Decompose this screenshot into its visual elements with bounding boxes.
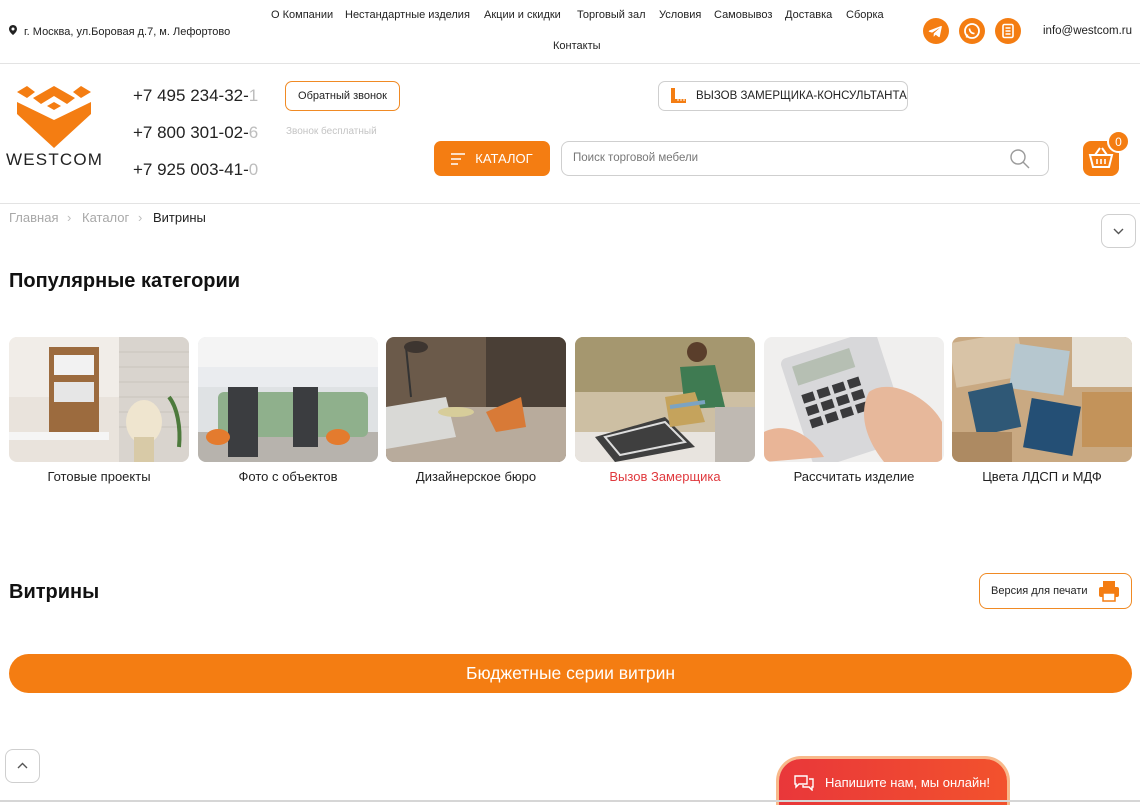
scroll-up-button[interactable]: [5, 749, 40, 783]
category-card[interactable]: Цвета ЛДСП и МДФ: [952, 337, 1132, 484]
phone-3-main: +7 925 003-41-: [133, 160, 249, 179]
logo-text: WESTCOM: [6, 150, 104, 169]
catalog-label: КАТАЛОГ: [475, 151, 533, 166]
nav-pickup[interactable]: Самовывоз: [714, 9, 772, 21]
logo-emblem-icon: [17, 86, 91, 148]
category-image: [386, 337, 566, 462]
category-image: [575, 337, 755, 462]
category-image: [764, 337, 944, 462]
popular-categories-title: Популярные категории: [9, 270, 241, 292]
category-card[interactable]: Готовые проекты: [9, 337, 189, 484]
phone-1-main: +7 495 234-32-: [133, 86, 249, 105]
phone-2-fade: 6: [248, 123, 259, 142]
budget-series-button[interactable]: Бюджетные серии витрин: [9, 654, 1132, 693]
header-divider: [0, 203, 1140, 204]
category-card[interactable]: Фото с объектов: [198, 337, 378, 484]
chat-bubble-icon: [793, 773, 815, 791]
category-card[interactable]: Дизайнерское бюро: [386, 337, 566, 484]
ruler-icon: [669, 87, 687, 105]
chat-label: Напишите нам, мы онлайн!: [825, 774, 991, 790]
category-image: [952, 337, 1132, 462]
breadcrumb-separator-icon: ›: [67, 210, 72, 225]
category-label: Рассчитать изделие: [793, 469, 915, 484]
phone-2-main: +7 800 301-02-: [133, 123, 249, 142]
breadcrumb-separator-icon: ›: [138, 210, 143, 225]
menu-lines-icon: [451, 152, 466, 165]
telegram-icon[interactable]: [923, 18, 949, 44]
category-image: [198, 337, 378, 462]
location-pin-icon: [9, 25, 18, 38]
nav-custom-products[interactable]: Нестандартные изделия: [345, 9, 470, 21]
category-card[interactable]: Рассчитать изделие: [764, 337, 944, 484]
nav-assembly[interactable]: Сборка: [846, 9, 884, 21]
nav-showroom[interactable]: Торговый зал: [577, 9, 646, 21]
chevron-up-icon: [17, 762, 28, 769]
search-input[interactable]: [571, 151, 995, 165]
category-label: Дизайнерское бюро: [415, 469, 537, 484]
catalog-book-icon[interactable]: [995, 18, 1021, 44]
phone-3-fade: 0: [248, 160, 259, 179]
printer-icon: [1098, 580, 1120, 602]
category-image: [9, 337, 189, 462]
measurer-call-label: ВЫЗОВ ЗАМЕРЩИКА-КОНСУЛЬТАНТА: [696, 90, 907, 102]
nav-contacts[interactable]: Контакты: [553, 40, 601, 52]
print-version-button[interactable]: Версия для печати: [979, 573, 1132, 609]
email-link[interactable]: info@westcom.ru: [1043, 25, 1132, 37]
category-label: Готовые проекты: [47, 469, 151, 484]
scroll-down-button[interactable]: [1101, 214, 1136, 248]
phone-3[interactable]: +7 925 003-41-0: [133, 160, 258, 180]
nav-conditions[interactable]: Условия: [659, 9, 701, 21]
print-version-label: Версия для печати: [991, 585, 1088, 597]
phone-1[interactable]: +7 495 234-32-1: [133, 86, 258, 106]
address: г. Москва, ул.Боровая д.7, м. Лефортово: [9, 25, 230, 38]
chat-widget[interactable]: Напишите нам, мы онлайн!: [779, 759, 1007, 805]
catalog-button[interactable]: КАТАЛОГ: [434, 141, 550, 176]
whatsapp-icon[interactable]: [959, 18, 985, 44]
chevron-down-icon: [1113, 228, 1124, 235]
breadcrumb-catalog[interactable]: Каталог: [82, 210, 129, 225]
breadcrumb-home[interactable]: Главная: [9, 210, 58, 225]
category-label: Фото с объектов: [238, 469, 338, 484]
free-call-note: Звонок бесплатный: [286, 126, 377, 137]
search-icon[interactable]: [1009, 148, 1031, 175]
phone-2[interactable]: +7 800 301-02-6: [133, 123, 258, 143]
search-box: [561, 141, 1049, 176]
category-label: Цвета ЛДСП и МДФ: [982, 469, 1102, 484]
measurer-call-button[interactable]: ВЫЗОВ ЗАМЕРЩИКА-КОНСУЛЬТАНТА: [658, 81, 908, 111]
nav-delivery[interactable]: Доставка: [785, 9, 832, 21]
nav-about[interactable]: О Компании: [271, 9, 333, 21]
address-text: г. Москва, ул.Боровая д.7, м. Лефортово: [24, 26, 231, 38]
cart-count-badge: 0: [1107, 130, 1130, 153]
category-card[interactable]: Вызов Замерщика: [575, 337, 755, 484]
breadcrumb-current: Витрины: [153, 210, 206, 225]
category-label: Вызов Замерщика: [609, 469, 721, 484]
nav-promotions[interactable]: Акции и скидки: [484, 9, 561, 21]
phone-1-fade: 1: [248, 86, 259, 105]
section-title: Витрины: [9, 581, 100, 603]
callback-button[interactable]: Обратный звонок: [285, 81, 400, 111]
logo[interactable]: [15, 80, 93, 150]
